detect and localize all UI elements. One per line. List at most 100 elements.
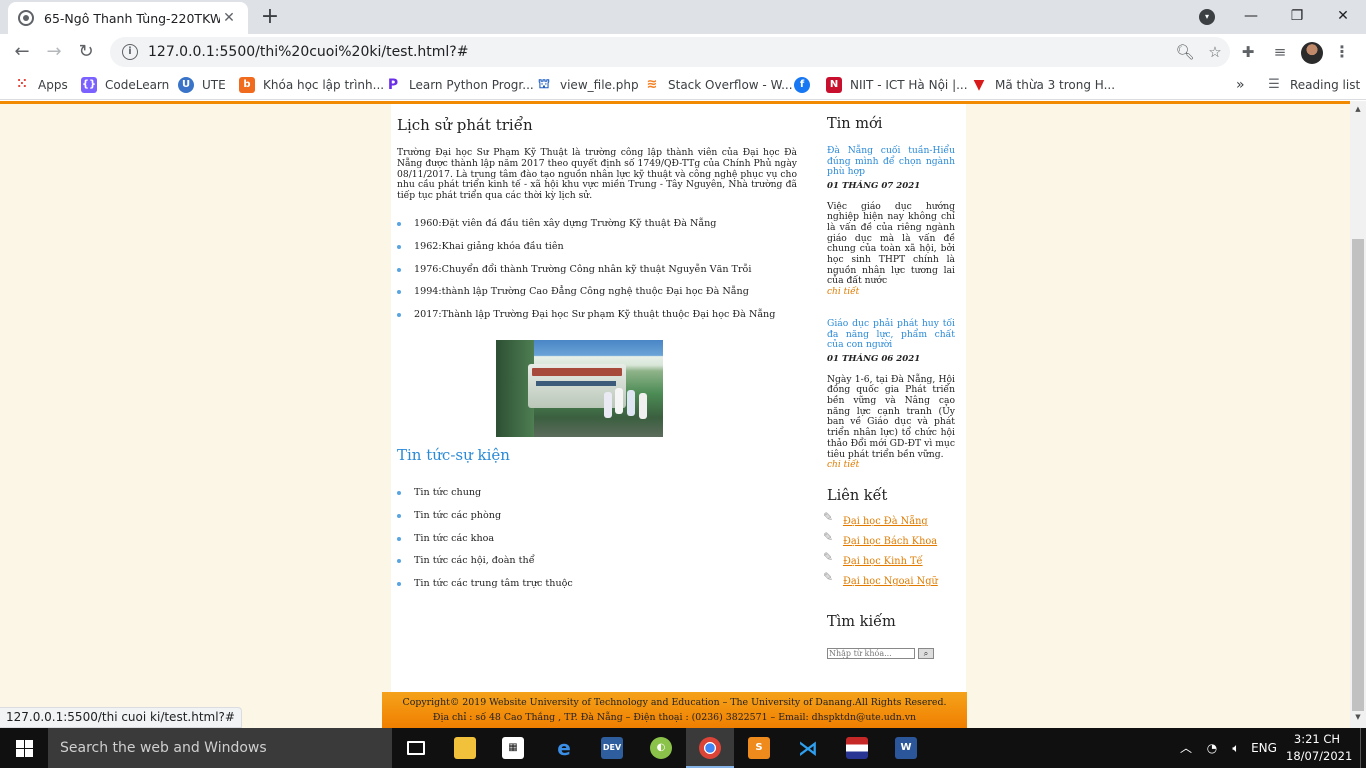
devcpp-button[interactable]: DEV bbox=[588, 728, 636, 768]
stackoverflow-icon: ≋ bbox=[646, 77, 658, 92]
events-link-general[interactable]: Tin tức chung bbox=[397, 487, 797, 510]
zoom-search-icon[interactable]: 🔍︎ bbox=[1170, 43, 1200, 61]
scroll-down-arrow[interactable]: ▼ bbox=[1354, 713, 1362, 721]
bookmark-star-icon[interactable]: ☆ bbox=[1200, 43, 1230, 61]
page-scrollbar[interactable]: ▲ ▼ bbox=[1350, 101, 1366, 728]
news-heading: Tin mới bbox=[827, 116, 883, 132]
ute-logo-icon: U bbox=[178, 77, 194, 93]
facebook-icon: f bbox=[794, 77, 810, 93]
footer-address: Địa chỉ : số 48 Cao Thắng , TP. Đà Nẵng … bbox=[432, 712, 917, 723]
link-dai-hoc-da-nang[interactable]: Đại học Đà Nẵng bbox=[843, 516, 928, 527]
edge-icon: e bbox=[557, 736, 571, 760]
taskbar-clock[interactable]: 3:21 CH 18/07/2021 bbox=[1286, 731, 1353, 765]
address-bar[interactable]: i 127.0.0.1:5500/thi%20cuoi%20ki/test.ht… bbox=[110, 37, 1230, 67]
restore-button[interactable]: ❐ bbox=[1274, 0, 1320, 34]
tab-search-icon[interactable]: ▾ bbox=[1199, 9, 1215, 25]
media-control-icon[interactable]: ≡ bbox=[1267, 39, 1293, 65]
clock-date: 18/07/2021 bbox=[1286, 749, 1353, 763]
news-title-link[interactable]: Giáo dục phải phát huy tối đa năng lực, … bbox=[827, 318, 955, 351]
minimize-button[interactable]: — bbox=[1228, 0, 1274, 34]
browser-toolbar: ← → ↻ i 127.0.0.1:5500/thi%20cuoi%20ki/t… bbox=[0, 34, 1366, 70]
reading-list-button[interactable]: ☰ Reading list bbox=[1266, 75, 1360, 95]
store-button[interactable]: ▦ bbox=[489, 728, 537, 768]
site-info-icon[interactable]: i bbox=[122, 44, 138, 60]
bookmark-codelearn[interactable]: {} CodeLearn bbox=[81, 75, 169, 95]
start-button[interactable] bbox=[0, 728, 48, 768]
bookmark-stack-overflow[interactable]: ≋ Stack Overflow - W... bbox=[644, 75, 793, 95]
vscode-button[interactable]: ⋊ bbox=[784, 728, 832, 768]
events-link-centers[interactable]: Tin tức các trung tâm trực thuộc bbox=[397, 578, 797, 601]
vscode-icon: ⋊ bbox=[798, 736, 818, 760]
new-tab-button[interactable]: + bbox=[258, 6, 282, 30]
chrome-button[interactable] bbox=[686, 728, 734, 768]
scroll-thumb[interactable] bbox=[1352, 239, 1364, 711]
link-status-bubble: 127.0.0.1:5500/thi cuoi ki/test.html?# bbox=[0, 707, 242, 728]
taskbar-search[interactable]: Search the web and Windows bbox=[48, 728, 392, 768]
news-more-link[interactable]: chi tiết bbox=[827, 460, 955, 470]
file-explorer-button[interactable] bbox=[441, 728, 489, 768]
bookmarks-bar: ⁙ Apps {} CodeLearn U UTE b Khóa học lập trì… bbox=[0, 70, 1366, 100]
tray-chevron-icon[interactable]: ︿ bbox=[1178, 728, 1194, 768]
word-icon: W bbox=[895, 737, 917, 759]
store-bag-icon: ▦ bbox=[502, 737, 524, 759]
devcpp-icon: DEV bbox=[601, 737, 623, 759]
word-button[interactable]: W bbox=[882, 728, 930, 768]
link-item: ✎ Đại học Kinh Tế bbox=[823, 550, 955, 576]
profile-avatar[interactable] bbox=[1301, 42, 1323, 64]
news-more-link[interactable]: chi tiết bbox=[827, 287, 955, 297]
menu-icon[interactable]: ⋮ bbox=[1330, 39, 1354, 65]
close-tab-icon[interactable]: ✕ bbox=[220, 10, 238, 26]
bookmark-learn-python[interactable]: P Learn Python Progr... bbox=[385, 75, 534, 95]
chrome-icon bbox=[699, 737, 721, 759]
list-item: 1994:thành lập Trường Cao Đẳng Công nghệ… bbox=[397, 286, 797, 309]
list-item: 1962:Khai giảng khóa đầu tiên bbox=[397, 241, 797, 264]
links-list: ✎ Đại học Đà Nẵng ✎ Đại học Bách Khoa ✎ Đại… bbox=[823, 510, 955, 596]
forward-button[interactable]: → bbox=[41, 39, 67, 65]
wifi-icon[interactable]: ◔ bbox=[1202, 728, 1222, 768]
bookmark-niit[interactable]: N NIIT - ICT Hà Nội |... bbox=[826, 75, 968, 95]
reload-button[interactable]: ↻ bbox=[73, 39, 99, 65]
news-date: 01 THÁNG 06 2021 bbox=[827, 353, 921, 364]
search-input[interactable]: Nhập từ khóa... bbox=[827, 648, 915, 660]
show-desktop-button[interactable] bbox=[1360, 728, 1366, 768]
app-green-button[interactable]: ◐ bbox=[637, 728, 685, 768]
events-link-faculties[interactable]: Tin tức các khoa bbox=[397, 533, 797, 556]
bookmark-view-file[interactable]: ⛫ view_file.php bbox=[536, 75, 639, 95]
page-content: Lịch sử phát triển Trường Đại học Sư Phạ… bbox=[391, 104, 966, 692]
bookmark-apps[interactable]: ⁙ Apps bbox=[14, 75, 68, 95]
bookmark-ute[interactable]: U UTE bbox=[178, 75, 226, 95]
news-title-link[interactable]: Đà Nẵng cuối tuần-Hiểu đúng mình để chọn… bbox=[827, 145, 955, 178]
winrar-icon bbox=[846, 737, 868, 759]
edge-button[interactable]: e bbox=[540, 728, 588, 768]
link-item: ✎ Đại học Bách Khoa bbox=[823, 530, 955, 556]
link-ngoai-ngu[interactable]: Đại học Ngoại Ngữ bbox=[843, 576, 938, 587]
bookmark-facebook[interactable]: f bbox=[794, 75, 818, 95]
link-kinh-te[interactable]: Đại học Kinh Tế bbox=[843, 556, 923, 567]
scroll-up-arrow[interactable]: ▲ bbox=[1354, 105, 1362, 113]
bookmark-khoa-hoc[interactable]: b Khóa học lập trình... bbox=[239, 75, 384, 95]
back-button[interactable]: ← bbox=[9, 39, 35, 65]
codelearn-icon: {} bbox=[81, 77, 97, 93]
events-link-departments[interactable]: Tin tức các phòng bbox=[397, 510, 797, 533]
folder-icon bbox=[454, 737, 476, 759]
sidebar: Tin mới Đà Nẵng cuối tuần-Hiểu đúng mình… bbox=[823, 116, 955, 660]
extensions-icon[interactable]: ✚ bbox=[1235, 39, 1261, 65]
volume-icon[interactable]: 🔈︎ bbox=[1226, 728, 1246, 768]
browser-tab[interactable]: 65-Ngô Thanh Tùng-220TKW03 ✕ bbox=[8, 2, 248, 34]
tab-title: 65-Ngô Thanh Tùng-220TKW03 bbox=[44, 10, 220, 26]
search-button[interactable]: ⌕ bbox=[918, 648, 934, 660]
url-text[interactable]: 127.0.0.1:5500/thi%20cuoi%20ki/test.html… bbox=[148, 44, 1170, 60]
milestone-list: 1960:Đặt viên đá đầu tiên xây dựng Trườn… bbox=[397, 218, 797, 332]
app-flag-button[interactable] bbox=[833, 728, 881, 768]
task-view-button[interactable] bbox=[392, 728, 440, 768]
paperclip-icon: ✎ bbox=[823, 530, 834, 545]
sublime-button[interactable]: S bbox=[735, 728, 783, 768]
windows-logo-icon bbox=[16, 740, 24, 748]
link-bach-khoa[interactable]: Đại học Bách Khoa bbox=[843, 536, 937, 547]
bookmark-ma-thua[interactable]: ▼ Mã thừa 3 trong H... bbox=[971, 75, 1115, 95]
news-date: 01 THÁNG 07 2021 bbox=[827, 180, 921, 191]
language-indicator[interactable]: ENG bbox=[1248, 728, 1280, 768]
events-link-unions[interactable]: Tin tức các hội, đoàn thể bbox=[397, 555, 797, 578]
more-bookmarks-button[interactable]: » bbox=[1236, 75, 1245, 95]
close-window-button[interactable]: ✕ bbox=[1320, 0, 1366, 34]
